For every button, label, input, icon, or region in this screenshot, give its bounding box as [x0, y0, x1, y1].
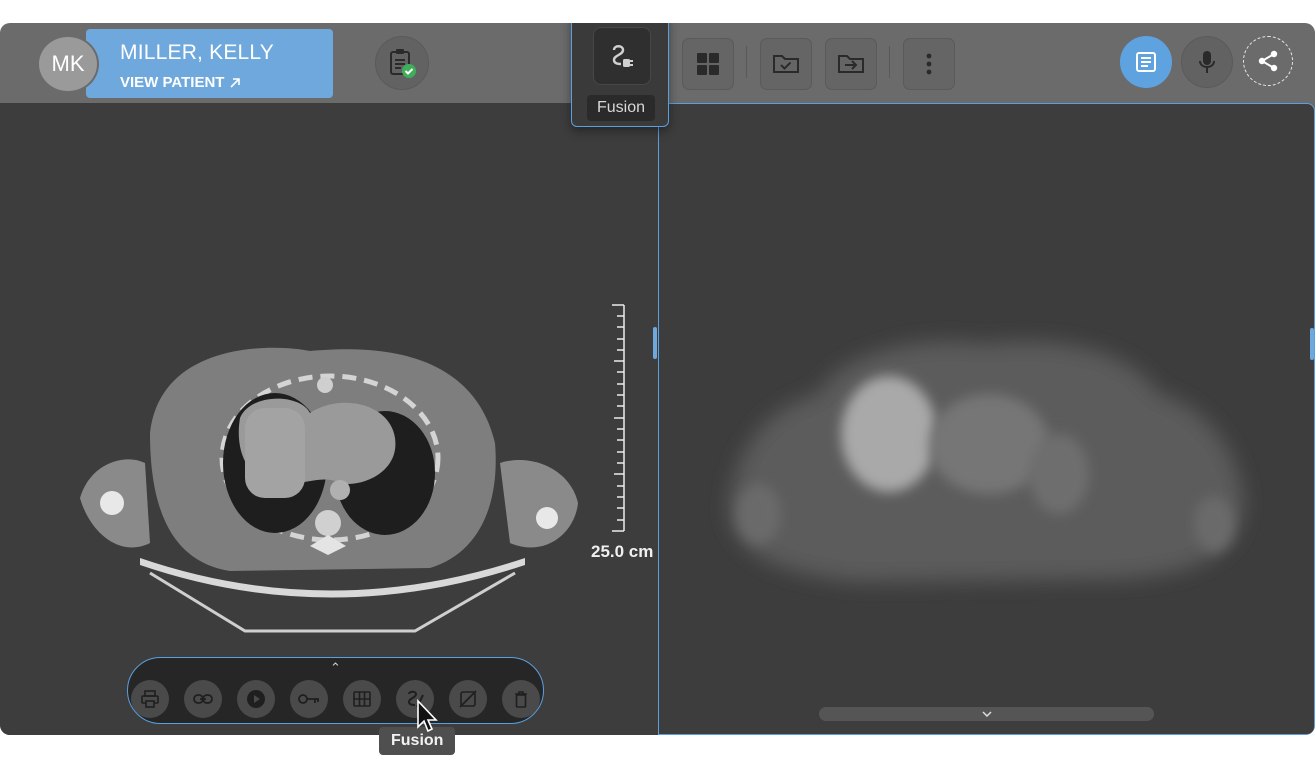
delete-button[interactable] — [502, 680, 540, 718]
grid-button[interactable] — [343, 680, 381, 718]
grid-icon — [353, 691, 371, 707]
folder-check-icon — [773, 55, 799, 73]
microphone-button[interactable] — [1181, 36, 1233, 88]
trash-icon — [515, 691, 527, 708]
fusion-tooltip-top: Fusion — [587, 95, 656, 121]
scale-label: 25.0 cm — [591, 542, 654, 561]
avatar[interactable]: MK — [37, 35, 99, 93]
report-icon — [1136, 52, 1156, 72]
folder-check-button[interactable] — [760, 38, 812, 90]
slice-scrollbar[interactable] — [819, 707, 1154, 721]
layout-grid-icon — [697, 53, 719, 75]
viewer-app: MILLER, KELLY VIEW PATIENT MK Fusion 25.… — [0, 23, 1315, 735]
view-patient-link[interactable]: VIEW PATIENT — [120, 74, 242, 91]
clipboard-check-icon — [390, 49, 416, 78]
external-arrow-icon — [230, 77, 241, 88]
mouse-cursor-icon — [417, 699, 438, 733]
chevron-up-icon[interactable]: ⌃ — [330, 660, 341, 676]
viewport-ct[interactable]: 25.0 cm ⌃ — [0, 103, 659, 735]
share-button[interactable] — [1243, 36, 1293, 86]
clipboard-check-button[interactable] — [375, 36, 429, 90]
print-button[interactable] — [131, 680, 169, 718]
fusion-icon — [612, 45, 633, 67]
link-button[interactable] — [184, 680, 222, 718]
play-icon — [247, 690, 265, 708]
share-icon — [1258, 50, 1278, 72]
view-patient-label: VIEW PATIENT — [120, 74, 225, 91]
patient-card[interactable]: MILLER, KELLY VIEW PATIENT — [86, 29, 333, 98]
eye-off-icon — [459, 690, 477, 708]
ct-image — [80, 304, 625, 633]
microphone-icon — [1199, 51, 1215, 73]
key-button[interactable] — [290, 680, 328, 718]
fusion-popup: Fusion — [571, 23, 669, 127]
key-icon — [298, 694, 319, 704]
play-button[interactable] — [237, 680, 275, 718]
report-button[interactable] — [1120, 36, 1172, 88]
folder-export-button[interactable] — [825, 38, 877, 90]
viewer-toolbar: ⌃ — [127, 657, 544, 724]
fusion-button[interactable] — [593, 27, 651, 85]
pet-image — [729, 341, 1244, 582]
print-icon — [141, 690, 159, 708]
layout-button[interactable] — [682, 38, 734, 90]
toolbar-divider — [889, 46, 890, 78]
more-vertical-icon — [926, 53, 932, 75]
viewport-pet[interactable] — [658, 103, 1315, 735]
chevron-down-icon — [981, 711, 992, 717]
more-button[interactable] — [903, 38, 955, 90]
folder-export-icon — [838, 55, 864, 73]
viewport-resize-handle-right[interactable] — [1310, 328, 1314, 360]
viewport-resize-handle[interactable] — [653, 327, 657, 359]
link-icon — [193, 694, 213, 704]
patient-name: MILLER, KELLY — [120, 41, 274, 64]
toolbar-divider — [746, 46, 747, 78]
visibility-button[interactable] — [449, 680, 487, 718]
